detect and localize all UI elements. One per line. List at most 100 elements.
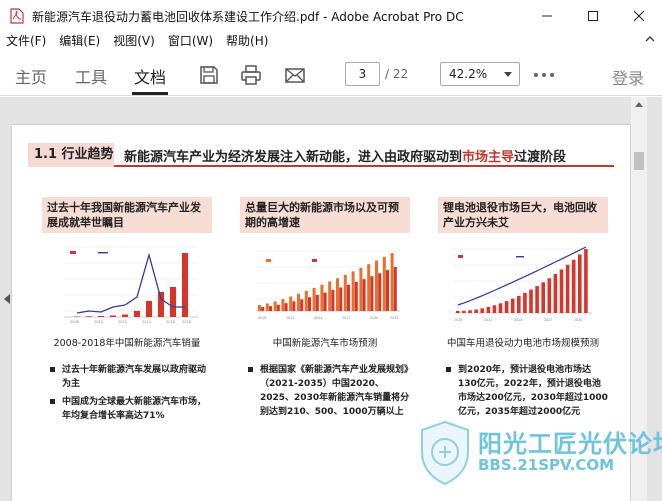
chart-caption: 中国新能源汽车市场预测 <box>272 338 378 349</box>
previous-page-arrow-icon[interactable] <box>4 294 10 304</box>
decorative-bar <box>382 256 386 311</box>
decorative-bar <box>535 286 539 313</box>
svg-text:2012: 2012 <box>118 320 127 324</box>
zoom-value: 42.2% <box>449 67 488 81</box>
decorative-bar <box>273 301 277 311</box>
active-tab-indicator <box>132 92 168 95</box>
zoom-select[interactable]: 42.2% <box>440 62 520 86</box>
decorative-bar <box>347 284 350 311</box>
decorative-bar <box>308 297 311 311</box>
decorative-bar <box>292 301 296 311</box>
decorative-bar <box>297 293 300 311</box>
save-icon[interactable] <box>198 64 220 86</box>
column-heading: 总量巨大的新能源市场以及可预期的高增速 <box>240 197 410 233</box>
chart-battery-market-graphic: 2018 2021 2024 2027 2030 <box>442 237 602 329</box>
chevron-up-icon[interactable] <box>645 34 655 44</box>
decorative-bar <box>328 281 332 311</box>
decorative-bar <box>517 295 521 313</box>
title-bar: 新能源汽车退役动力蓄电池回收体系建设工作介绍.pdf - Adobe Acrob… <box>0 0 662 32</box>
decorative-bar <box>578 254 582 313</box>
column-heading: 过去十年我国新能源汽车产业发展成就举世瞩目 <box>42 197 212 233</box>
maximize-icon <box>588 11 598 21</box>
menu-edit[interactable]: 编辑(E) <box>59 32 100 49</box>
decorative-bar <box>284 303 288 311</box>
decorative-bar <box>375 260 378 311</box>
menu-bar: 文件(F) 编辑(E) 视图(V) 窗口(W) 帮助(H) <box>0 30 662 50</box>
decorative-bar <box>393 267 397 311</box>
menu-view[interactable]: 视图(V) <box>113 32 155 49</box>
svg-text:2035: 2035 <box>390 316 398 320</box>
minimize-button[interactable] <box>524 0 570 32</box>
decorative-bar <box>261 307 265 311</box>
decorative-bar <box>584 249 588 313</box>
section-title-part1: 新能源汽车产业为经济发展注入新动能，进入由政府驱动到 <box>124 150 463 165</box>
chart-market-forecast-image: 2018 2021 2024 2027 2030 2035 <box>244 237 404 329</box>
svg-text:2030: 2030 <box>574 318 582 322</box>
svg-text:2027: 2027 <box>342 316 350 320</box>
page-number-input[interactable]: 3 <box>345 62 380 86</box>
decorative-bar <box>331 290 335 311</box>
watermark-site-url: BBS.21SPV.COM <box>478 456 615 474</box>
email-icon[interactable] <box>284 64 306 86</box>
column-market-forecast: 总量巨大的新能源市场以及可预期的高增速 2018 2021 2024 2027 203… <box>240 197 410 423</box>
decorative-bar <box>320 284 324 311</box>
chart-ev-sales-image: 2008 2010 2012 2014 2016 2018 <box>46 237 206 329</box>
decorative-bar <box>523 292 527 313</box>
menu-help[interactable]: 帮助(H) <box>226 32 268 49</box>
decorative-bar <box>547 278 552 313</box>
section-heading: 1.1 行业趋势 新能源汽车产业为经济发展注入新动能，进入由政府驱动到市场主导过… <box>28 143 614 167</box>
decorative-bar <box>390 253 394 311</box>
decorative-bar <box>359 267 363 311</box>
menu-window[interactable]: 窗口(W) <box>168 32 213 49</box>
decorative-bar <box>498 303 503 313</box>
svg-text:2021: 2021 <box>484 318 492 322</box>
svg-text:2018: 2018 <box>454 318 462 322</box>
page-total: / 22 <box>385 67 409 81</box>
decorative-bar <box>378 273 382 311</box>
menu-file[interactable]: 文件(F) <box>6 32 46 49</box>
pdf-file-icon <box>10 8 24 24</box>
bullet-item: 根据国家《新能源汽车产业发展规划》（2021-2035）中国2020、2025、… <box>248 363 410 419</box>
chart-ev-sales-graphic: 2008 2010 2012 2014 2016 2018 <box>46 237 206 329</box>
decorative-bar <box>281 299 285 311</box>
decorative-bar <box>571 259 576 313</box>
decorative-bar <box>456 311 460 313</box>
decorative-bar <box>351 271 355 311</box>
decorative-bar <box>339 287 343 311</box>
decorative-bar <box>289 296 293 311</box>
watermark-site-name: 阳光工匠光伏论坛 <box>478 430 662 458</box>
close-button[interactable] <box>616 0 662 32</box>
chart-market-forecast-graphic: 2018 2021 2024 2027 2030 2035 <box>244 237 404 329</box>
svg-text:2027: 2027 <box>544 318 552 322</box>
tab-home[interactable]: 主页 <box>15 64 47 88</box>
decorative-bar <box>367 264 371 311</box>
print-icon[interactable] <box>240 64 262 86</box>
decorative-bar <box>265 303 269 311</box>
tab-document[interactable]: 文档 <box>134 64 166 88</box>
decorative-bar <box>386 270 389 311</box>
decorative-bar <box>354 282 358 311</box>
bullet-list: 到2020年，预计退役电池市场达130亿元，2022年，预计退役电池市场达200… <box>438 363 608 419</box>
decorative-bar <box>492 305 497 313</box>
tab-tools[interactable]: 工具 <box>75 64 107 88</box>
column-heading: 锂电池退役市场巨大，电池回收产业方兴未艾 <box>438 197 608 233</box>
decorative-bar <box>362 279 366 311</box>
decorative-bar <box>510 298 515 313</box>
more-options-icon[interactable] <box>533 72 555 78</box>
decorative-bar <box>304 290 308 311</box>
decorative-bar <box>300 299 304 311</box>
login-button[interactable]: 登录 <box>612 65 644 89</box>
svg-text:2030: 2030 <box>370 316 378 320</box>
scroll-up-arrow-icon[interactable] <box>635 102 643 107</box>
toolbar: 主页 工具 文档 3 / 22 42.2% 登录 <box>0 52 662 96</box>
svg-text:2010: 2010 <box>94 320 103 324</box>
decorative-bar <box>370 276 374 311</box>
bullet-list: 过去十年新能源汽车发展以政府驱动为主 中国成为全球最大新能源汽车市场，年均复合增… <box>42 363 212 423</box>
maximize-button[interactable] <box>570 0 616 32</box>
section-title-highlight: 市场主导 <box>462 150 515 165</box>
bullet-item: 过去十年新能源汽车发展以政府驱动为主 <box>50 363 212 391</box>
scrollbar-thumb[interactable] <box>634 152 644 170</box>
decorative-bar <box>468 310 472 313</box>
decorative-bar <box>529 289 533 313</box>
decorative-bar <box>474 309 478 313</box>
